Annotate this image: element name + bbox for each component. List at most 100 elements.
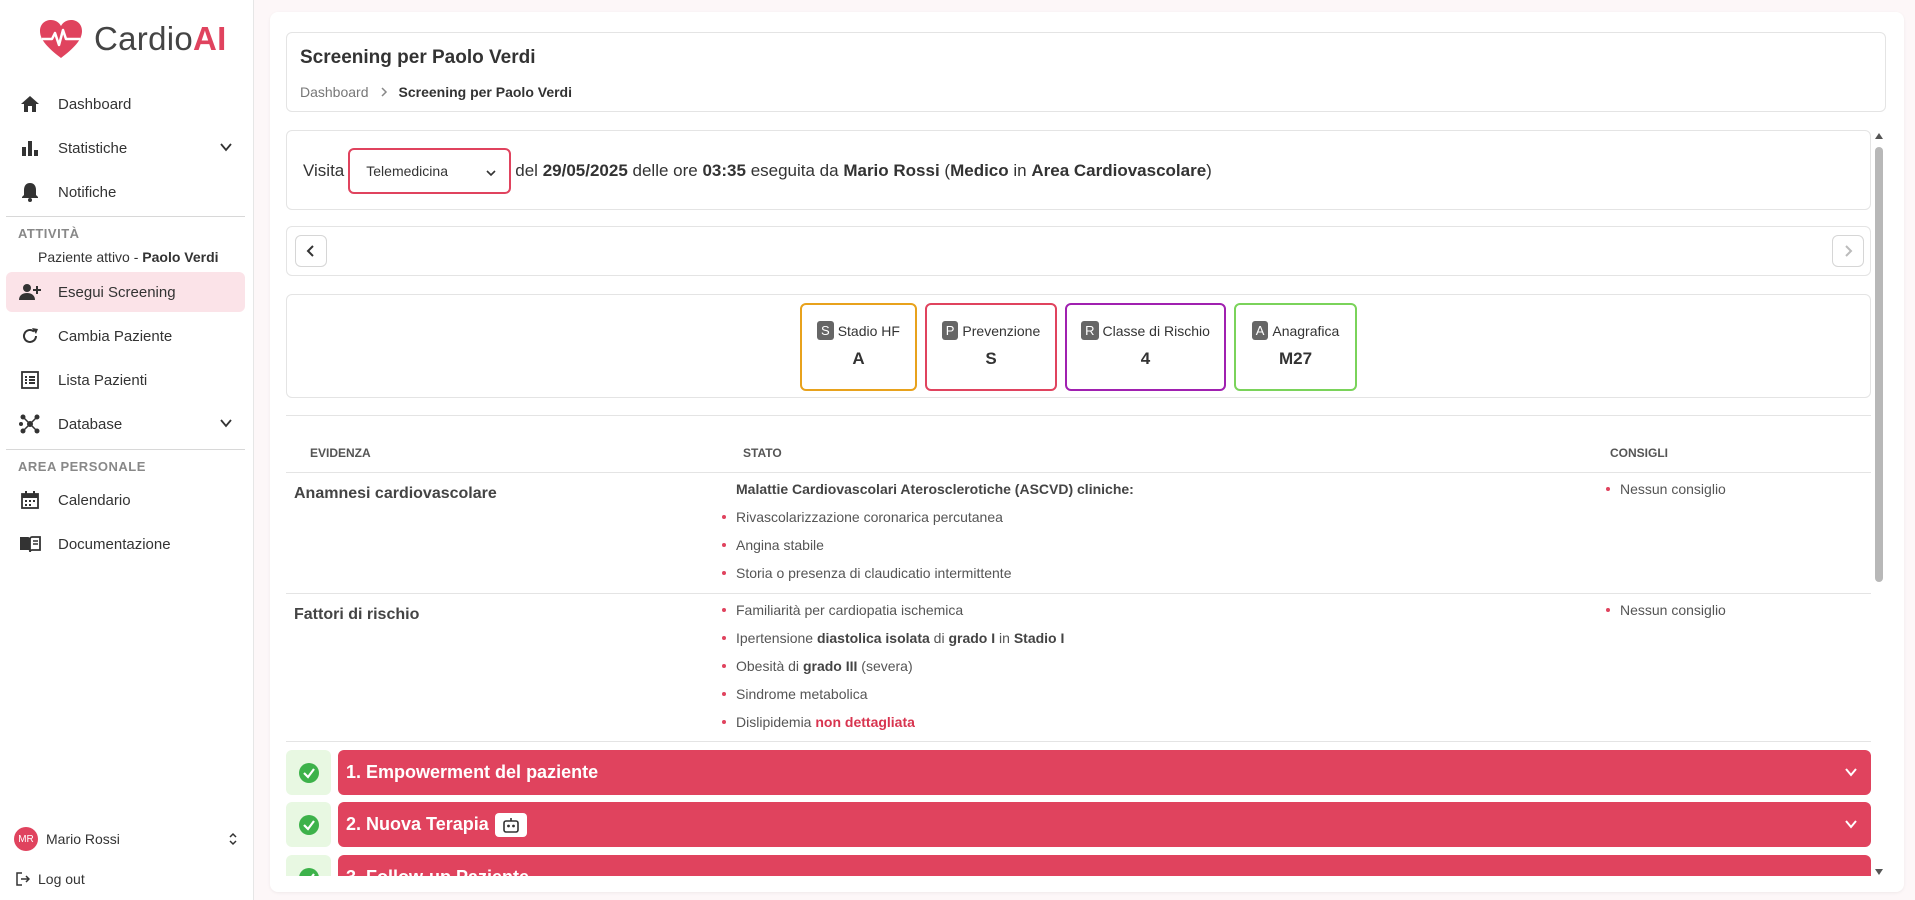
visit-info: Visita Telemedicina del 29/05/2025 delle…	[303, 148, 1212, 194]
list-item: Storia o presenza di claudicatio intermi…	[722, 559, 1134, 587]
network-icon	[18, 412, 42, 436]
home-icon	[18, 92, 42, 116]
visit-area: Area Cardiovascolare	[1031, 161, 1207, 180]
accordion-number: 3.	[346, 867, 361, 876]
visit-text: in	[1013, 161, 1027, 180]
badge-prevenzione: P Prevenzione S	[925, 303, 1057, 391]
user-name: Mario Rossi	[46, 831, 120, 847]
visit-doctor: Mario Rossi	[843, 161, 940, 180]
table-header: EVIDENZA STATO CONSIGLI	[286, 415, 1871, 473]
badge-letter: P	[941, 321, 959, 340]
column-header-evidence: EVIDENZA	[310, 446, 371, 460]
visit-text: eseguita da	[750, 161, 839, 180]
sidebar-item-label: Dashboard	[58, 95, 132, 113]
badge-label: Anagrafica	[1272, 322, 1340, 339]
app-logo[interactable]: CardioAI	[38, 18, 227, 60]
chevron-down-icon	[219, 140, 233, 158]
list-item: Angina stabile	[722, 531, 1134, 559]
column-header-status: STATO	[743, 446, 782, 460]
list-item: Familiarità per cardiopatia ischemica	[722, 596, 1064, 624]
scrollbar[interactable]	[1873, 132, 1883, 876]
previous-visit-button[interactable]	[295, 235, 327, 267]
visit-text: delle ore	[632, 161, 698, 180]
main-content: Screening per Paolo Verdi Dashboard Scre…	[270, 12, 1904, 892]
sidebar-item-calendario[interactable]: Calendario	[6, 480, 245, 520]
page-title: Screening per Paolo Verdi	[300, 47, 536, 68]
breadcrumb-root[interactable]: Dashboard	[300, 84, 369, 100]
sidebar-item-esegui-screening[interactable]: Esegui Screening	[6, 272, 245, 312]
section-title-personal: AREA PERSONALE	[18, 459, 146, 474]
list-item: Ipertensione diastolica isolata di grado…	[722, 624, 1064, 652]
sidebar-item-label: Statistiche	[58, 139, 128, 157]
page-header: Screening per Paolo Verdi Dashboard Scre…	[286, 32, 1886, 112]
logout-button[interactable]: Log out	[16, 871, 85, 887]
sidebar-item-label: Notifiche	[58, 183, 117, 201]
visit-navigator	[286, 226, 1871, 276]
row-title: Fattori di rischio	[294, 606, 420, 623]
sidebar: CardioAI Dashboard Statistiche Notifiche…	[0, 0, 254, 900]
bar-chart-icon	[18, 136, 42, 160]
visit-type-select[interactable]: Telemedicina	[348, 148, 512, 194]
badge-stadio-hf: S Stadio HF A	[800, 303, 917, 391]
chevron-up-down-icon	[227, 831, 239, 850]
badge-anagrafica: A Anagrafica M27	[1234, 303, 1357, 391]
list-item: Nessun consiglio	[1606, 475, 1726, 503]
sidebar-item-label: Esegui Screening	[58, 283, 176, 301]
avatar: MR	[14, 827, 38, 851]
user-menu[interactable]: MR Mario Rossi	[14, 826, 239, 852]
badge-label: Stadio HF	[837, 322, 900, 339]
sidebar-item-lista-pazienti[interactable]: Lista Pazienti	[6, 360, 245, 400]
chevron-down-icon	[1843, 764, 1859, 785]
scroll-up-arrow[interactable]	[1874, 132, 1884, 140]
badge-classe-rischio: R Classe di Rischio 4	[1065, 303, 1226, 391]
sidebar-item-label: Calendario	[58, 491, 131, 509]
table-row: Anamnesi cardiovascolare Malattie Cardio…	[286, 473, 1871, 594]
next-visit-button[interactable]	[1832, 235, 1864, 267]
book-icon	[18, 532, 42, 556]
advice-list: Nessun consiglio	[1606, 596, 1726, 624]
sidebar-item-documentazione[interactable]: Documentazione	[6, 524, 245, 564]
check-circle-icon	[286, 750, 331, 795]
badge-value: 4	[1140, 349, 1151, 368]
visit-type-value: Telemedicina	[366, 163, 448, 179]
list-icon	[18, 368, 42, 392]
accordion-header[interactable]: 1. Empowerment del paziente	[338, 750, 1871, 795]
section-title-activity: ATTIVITÀ	[18, 226, 80, 241]
visit-date: 29/05/2025	[542, 161, 628, 180]
sidebar-item-database[interactable]: Database	[6, 404, 245, 444]
advice-list: Nessun consiglio	[1606, 475, 1726, 503]
accordion-nuova-terapia[interactable]: 2. Nuova Terapia	[286, 802, 1871, 847]
breadcrumb: Dashboard Screening per Paolo Verdi	[300, 84, 572, 100]
visit-text: del	[515, 161, 538, 180]
sidebar-item-dashboard[interactable]: Dashboard	[6, 84, 245, 124]
visit-label: Visita	[303, 161, 345, 180]
sidebar-item-label: Cambia Paziente	[58, 327, 173, 345]
chevron-right-icon	[1845, 245, 1853, 257]
accordion-follow-up[interactable]: 3. Follow-up Paziente	[286, 855, 1871, 876]
accordion-number: 1.	[346, 762, 362, 782]
sidebar-item-statistiche[interactable]: Statistiche	[6, 128, 245, 168]
add-user-icon	[18, 280, 42, 304]
scroll-down-arrow[interactable]	[1874, 868, 1884, 876]
divider	[6, 216, 245, 217]
logout-label: Log out	[38, 871, 85, 887]
app-name: CardioAI	[94, 20, 227, 57]
accordion-empowerment[interactable]: 1. Empowerment del paziente	[286, 750, 1871, 795]
badge-letter: A	[1251, 321, 1269, 340]
sidebar-item-label: Documentazione	[58, 535, 171, 553]
list-item: Obesità di grado III (severa)	[722, 652, 1064, 680]
scrollbar-thumb[interactable]	[1875, 147, 1883, 582]
accordion-header[interactable]: 2. Nuova Terapia	[338, 802, 1871, 847]
badge-value: M27	[1278, 349, 1313, 368]
calendar-icon	[18, 488, 42, 512]
list-item: Rivascolarizzazione coronarica percutane…	[722, 503, 1134, 531]
badge-value: S	[985, 349, 997, 368]
visit-role: Medico	[950, 161, 1009, 180]
accordion-header[interactable]: 3. Follow-up Paziente	[338, 855, 1871, 876]
sidebar-item-notifiche[interactable]: Notifiche	[6, 172, 245, 212]
accordion-title: Follow-up Paziente	[366, 867, 529, 876]
logout-icon	[16, 872, 30, 886]
badge-letter: S	[817, 321, 834, 340]
chevron-right-icon	[379, 84, 389, 100]
sidebar-item-cambia-paziente[interactable]: Cambia Paziente	[6, 316, 245, 356]
